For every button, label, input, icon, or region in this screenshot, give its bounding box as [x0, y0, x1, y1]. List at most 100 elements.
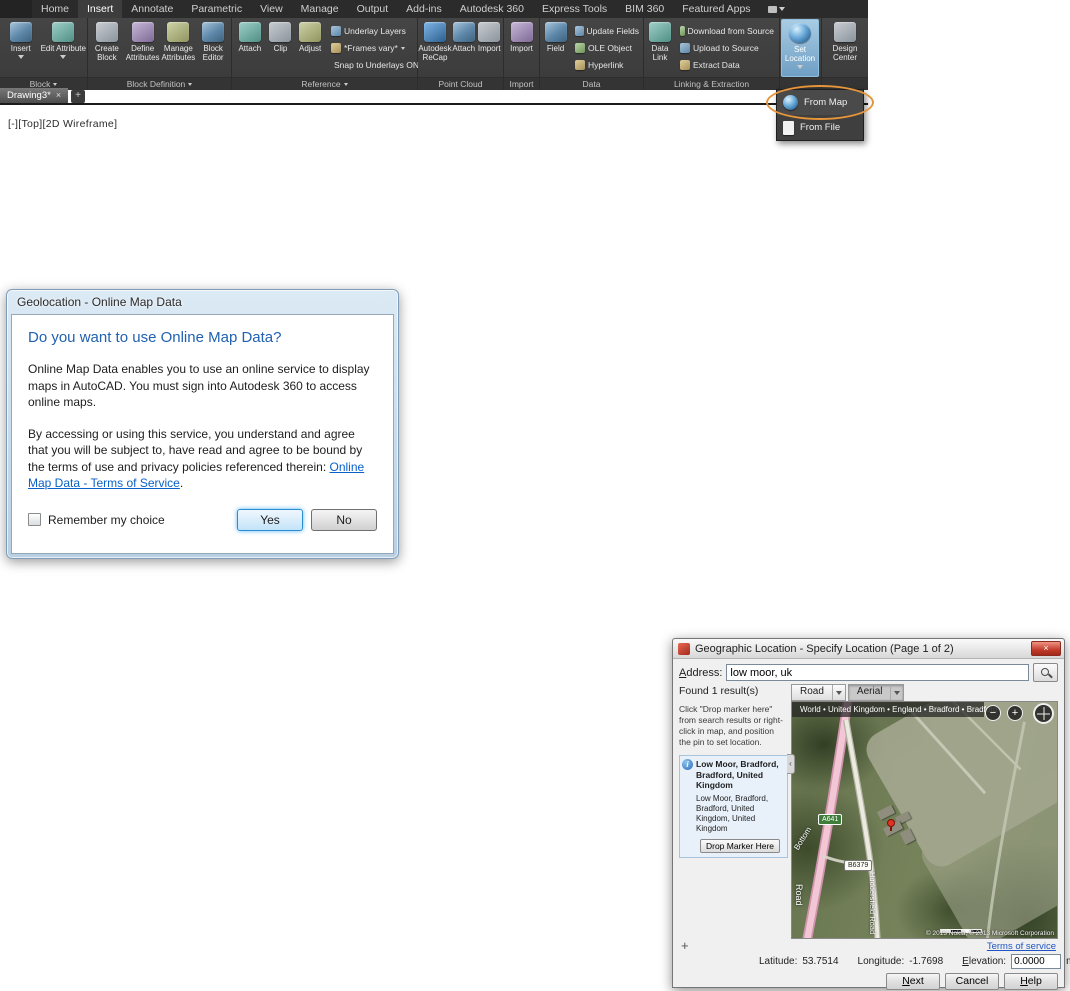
insert-button[interactable]: Insert — [1, 19, 41, 77]
download-from-source-button[interactable]: Download from Source — [677, 23, 777, 40]
set-location-button[interactable]: Set Location — [781, 19, 819, 77]
underlay-layers-button[interactable]: Underlay Layers — [328, 23, 416, 40]
panel-label-block-definition[interactable]: Block Definition — [88, 77, 231, 90]
tab-autodesk-360[interactable]: Autodesk 360 — [451, 0, 533, 18]
ole-object-button[interactable]: OLE Object — [572, 40, 642, 57]
panel-label-data[interactable]: Data — [540, 77, 643, 90]
dialog-footer: Remember my choice Yes No — [28, 508, 377, 531]
tab-home[interactable]: Home — [32, 0, 78, 18]
compass-control[interactable] — [1033, 703, 1054, 724]
coordinates-row: Latitude: 53.7514 Longitude: -1.7698 Ele… — [759, 953, 1070, 970]
zoom-out-button[interactable]: − — [985, 705, 1001, 721]
block-editor-button[interactable]: Block Editor — [196, 19, 230, 77]
autocad-icon — [678, 642, 690, 655]
adjust-button[interactable]: Adjust — [294, 19, 326, 77]
drop-marker-crosshair-icon[interactable]: + — [681, 939, 689, 952]
data-link-button[interactable]: Data Link — [645, 19, 675, 77]
road-badge-a641: A641 — [818, 814, 843, 825]
tab-express-tools[interactable]: Express Tools — [533, 0, 616, 18]
tab-manage[interactable]: Manage — [292, 0, 348, 18]
tab-add-ins[interactable]: Add-ins — [397, 0, 451, 18]
address-input[interactable] — [726, 664, 1029, 681]
import-button[interactable]: Import — [505, 19, 538, 77]
result-detail: Low Moor, Bradford, Bradford, United Kin… — [696, 794, 769, 834]
found-results-text: Found 1 result(s) — [679, 685, 759, 697]
cancel-button[interactable]: Cancel — [945, 973, 999, 990]
dialog-heading: Do you want to use Online Map Data? — [28, 329, 282, 346]
tab-annotate[interactable]: Annotate — [122, 0, 182, 18]
map-view[interactable]: World • United Kingdom • England • Bradf… — [791, 701, 1058, 939]
caret-down-icon — [343, 82, 348, 86]
attach-button[interactable]: Attach — [233, 19, 267, 77]
design-center-button[interactable]: Design Center — [823, 19, 867, 77]
set-location-globe-icon — [789, 23, 811, 43]
reference-panel-label: Reference — [301, 78, 341, 89]
ribbon-panel-linking-extraction: Data Link Download from Source Upload to… — [644, 18, 780, 90]
search-button[interactable] — [1033, 663, 1058, 682]
location-pin-marker[interactable] — [887, 819, 895, 831]
road-tab-dropdown[interactable] — [831, 685, 845, 700]
field-icon — [544, 22, 567, 42]
menu-item-from-map[interactable]: From Map — [777, 90, 863, 115]
manage-attributes-button[interactable]: Manage Attributes — [161, 19, 197, 77]
address-label: Address: — [679, 666, 723, 679]
caret-down-icon — [779, 7, 786, 11]
tab-road[interactable]: Road — [791, 684, 846, 701]
next-button[interactable]: Next — [886, 973, 940, 990]
tab-insert[interactable]: Insert — [78, 0, 123, 18]
close-icon[interactable]: × — [1031, 641, 1061, 656]
tab-bim-360[interactable]: BIM 360 — [616, 0, 673, 18]
create-block-button[interactable]: Create Block — [89, 19, 125, 77]
panel-label-reference[interactable]: Reference — [232, 77, 417, 90]
help-button[interactable]: Help — [1004, 973, 1058, 990]
field-button[interactable]: Field — [541, 19, 570, 77]
paragraph-2-text: By accessing or using this service, you … — [28, 426, 363, 474]
define-attributes-button[interactable]: Define Attributes — [125, 19, 161, 77]
define-attributes-label: Define Attributes — [125, 44, 160, 63]
snap-to-underlays-dropdown[interactable]: Snap to Underlays ON — [328, 57, 427, 74]
dialog-title: Geographic Location - Specify Location (… — [695, 642, 954, 655]
panel-label-linking-extraction[interactable]: Linking & Extraction — [644, 77, 779, 90]
upload-to-source-button[interactable]: Upload to Source — [677, 40, 777, 57]
tab-aerial[interactable]: Aerial — [847, 684, 905, 701]
ribbon-panel-data: Field Update Fields OLE Object Hyperlink… — [540, 18, 644, 90]
remember-choice-checkbox[interactable] — [28, 513, 41, 527]
autodesk-recap-button[interactable]: Autodesk ReCap — [418, 19, 452, 77]
ribbon-tab-bar: Home Insert Annotate Parametric View Man… — [0, 0, 868, 18]
elevation-input[interactable] — [1011, 954, 1062, 969]
viewport-controls[interactable]: [-][Top][2D Wireframe] — [8, 118, 117, 130]
tab-parametric[interactable]: Parametric — [182, 0, 251, 18]
point-cloud-import-icon — [478, 22, 501, 42]
panel-label-import[interactable]: Import — [504, 77, 539, 90]
menu-item-from-file[interactable]: From File — [777, 115, 863, 140]
file-tab-drawing3[interactable]: Drawing3* × — [0, 88, 69, 103]
tab-featured-apps[interactable]: Featured Apps — [673, 0, 759, 18]
point-cloud-attach-button[interactable]: Attach — [451, 19, 477, 77]
point-cloud-import-button[interactable]: Import — [477, 19, 503, 77]
drop-marker-here-button[interactable]: Drop Marker Here — [699, 839, 781, 854]
edit-attribute-button[interactable]: Edit Attribute — [41, 19, 86, 77]
map-terms-of-service-link[interactable]: Terms of service — [987, 941, 1056, 952]
ribbon-display-toggle-icon[interactable] — [764, 0, 790, 18]
close-tab-icon[interactable]: × — [56, 91, 61, 100]
application-menu-button[interactable] — [0, 0, 32, 18]
extract-data-label: Extract Data — [693, 60, 740, 70]
yes-button[interactable]: Yes — [237, 508, 303, 531]
new-tab-button[interactable]: + — [71, 90, 86, 103]
collapse-sidebar-button[interactable]: ‹ — [787, 754, 795, 774]
extract-data-button[interactable]: Extract Data — [677, 57, 777, 74]
tab-output[interactable]: Output — [348, 0, 398, 18]
clip-button[interactable]: Clip — [267, 19, 295, 77]
hyperlink-button[interactable]: Hyperlink — [572, 57, 642, 74]
aerial-tab-dropdown[interactable] — [890, 685, 903, 700]
ole-object-label: OLE Object — [588, 43, 632, 53]
panel-label-point-cloud[interactable]: Point Cloud — [418, 77, 503, 90]
search-result-item[interactable]: i Low Moor, Bradford, Bradford, United K… — [679, 755, 788, 859]
no-button[interactable]: No — [311, 508, 377, 531]
frames-dropdown[interactable]: *Frames vary* — [328, 40, 416, 57]
update-fields-button[interactable]: Update Fields — [572, 23, 642, 40]
tab-view[interactable]: View — [251, 0, 292, 18]
zoom-in-button[interactable]: + — [1007, 705, 1023, 721]
insert-label: Insert — [10, 44, 31, 53]
map-breadcrumb[interactable]: World • United Kingdom • England • Bradf… — [792, 702, 997, 717]
